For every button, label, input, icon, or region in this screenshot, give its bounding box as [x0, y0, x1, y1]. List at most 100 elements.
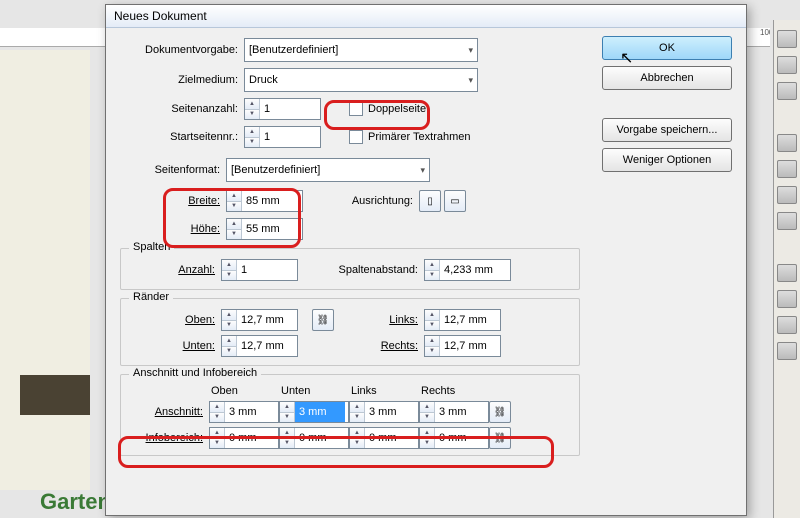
- slug-top-input[interactable]: [225, 428, 275, 448]
- margin-left-label: Links:: [334, 314, 418, 326]
- panel-icon[interactable]: [777, 212, 797, 230]
- margin-top-stepper[interactable]: ▲▼: [221, 309, 298, 331]
- margin-bottom-stepper[interactable]: ▲▼: [221, 335, 298, 357]
- ok-label: OK: [659, 42, 675, 54]
- bleed-hdr-top: Oben: [209, 385, 279, 397]
- intent-label: Zielmedium:: [120, 74, 238, 86]
- width-input[interactable]: [242, 191, 302, 211]
- panel-icon[interactable]: [777, 82, 797, 100]
- orientation-landscape-icon[interactable]: ▭: [444, 190, 466, 212]
- margin-bottom-input[interactable]: [237, 336, 297, 356]
- margin-right-input[interactable]: [440, 336, 500, 356]
- bleed-group: Anschnitt und Infobereich Oben Unten Lin…: [120, 374, 580, 456]
- panel-icon[interactable]: [777, 290, 797, 308]
- height-stepper[interactable]: ▲▼: [226, 218, 303, 240]
- intent-select[interactable]: Druck: [244, 68, 478, 92]
- bleed-row-label: Anschnitt:: [131, 406, 203, 418]
- preset-select[interactable]: [Benutzerdefiniert]: [244, 38, 478, 62]
- gutter-stepper[interactable]: ▲▼: [424, 259, 511, 281]
- panel-icon[interactable]: [777, 316, 797, 334]
- page-size-select[interactable]: [Benutzerdefiniert]: [226, 158, 430, 182]
- bleed-right-stepper[interactable]: ▲▼: [419, 401, 489, 423]
- margin-left-stepper[interactable]: ▲▼: [424, 309, 501, 331]
- slug-left-input[interactable]: [365, 428, 415, 448]
- bleed-bottom-input[interactable]: [295, 402, 345, 422]
- panel-icon[interactable]: [777, 186, 797, 204]
- pages-input[interactable]: [260, 99, 320, 119]
- bleed-right-input[interactable]: [435, 402, 485, 422]
- checkbox-box: [349, 102, 363, 116]
- height-input[interactable]: [242, 219, 302, 239]
- slug-bottom-stepper[interactable]: ▲▼: [279, 427, 349, 449]
- panel-icon[interactable]: [777, 134, 797, 152]
- margin-right-label: Rechts:: [334, 340, 418, 352]
- margins-title: Ränder: [129, 291, 173, 303]
- fewer-options-label: Weniger Optionen: [623, 154, 711, 166]
- bleed-left-input[interactable]: [365, 402, 415, 422]
- margin-top-input[interactable]: [237, 310, 297, 330]
- margin-left-input[interactable]: [440, 310, 500, 330]
- intent-value: Druck: [249, 74, 278, 86]
- margin-top-label: Oben:: [131, 314, 215, 326]
- panel-icon[interactable]: [777, 264, 797, 282]
- preset-value: [Benutzerdefiniert]: [249, 44, 338, 56]
- facing-pages-label: Doppelseite: [368, 103, 426, 115]
- bleed-hdr-right: Rechts: [419, 385, 489, 397]
- margins-group: Ränder Oben: ▲▼ ⛓ Links: ▲▼ Unten: ▲▼ Re…: [120, 298, 580, 366]
- start-page-stepper[interactable]: ▲▼: [244, 126, 321, 148]
- checkbox-box: [349, 130, 363, 144]
- orientation-portrait-icon[interactable]: ▯: [419, 190, 441, 212]
- dialog-titlebar[interactable]: Neues Dokument: [106, 5, 746, 28]
- slug-top-stepper[interactable]: ▲▼: [209, 427, 279, 449]
- columns-count-stepper[interactable]: ▲▼: [221, 259, 298, 281]
- panel-icon[interactable]: [777, 160, 797, 178]
- start-page-input[interactable]: [260, 127, 320, 147]
- pages-stepper[interactable]: ▲▼: [244, 98, 321, 120]
- preset-label: Dokumentvorgabe:: [120, 44, 238, 56]
- link-bleed-icon[interactable]: ⛓: [489, 401, 511, 423]
- dialog-title: Neues Dokument: [114, 9, 207, 23]
- margin-right-stepper[interactable]: ▲▼: [424, 335, 501, 357]
- cancel-button[interactable]: Abbrechen: [602, 66, 732, 90]
- bleed-title: Anschnitt und Infobereich: [129, 367, 261, 379]
- primary-text-frame-checkbox[interactable]: Primärer Textrahmen: [349, 130, 471, 144]
- columns-count-label: Anzahl:: [131, 264, 215, 276]
- columns-group: Spalten Anzahl: ▲▼ Spaltenabstand: ▲▼: [120, 248, 580, 290]
- slug-row-label: Infobereich:: [131, 432, 203, 444]
- fewer-options-button[interactable]: Weniger Optionen: [602, 148, 732, 172]
- slug-right-input[interactable]: [435, 428, 485, 448]
- mouse-cursor-icon: ↖: [620, 48, 633, 68]
- new-document-dialog: Neues Dokument OK Abbrechen Vorgabe spei…: [105, 4, 747, 516]
- panel-icon[interactable]: [777, 30, 797, 48]
- page-size-label: Seitenformat:: [120, 164, 220, 176]
- slug-right-stepper[interactable]: ▲▼: [419, 427, 489, 449]
- pages-label: Seitenanzahl:: [120, 103, 238, 115]
- columns-title: Spalten: [129, 241, 174, 253]
- panel-icon[interactable]: [777, 342, 797, 360]
- start-page-label: Startseitennr.:: [120, 131, 238, 143]
- facing-pages-checkbox[interactable]: Doppelseite: [349, 102, 426, 116]
- bleed-top-input[interactable]: [225, 402, 275, 422]
- width-label: Breite:: [120, 195, 220, 207]
- columns-count-input[interactable]: [237, 260, 297, 280]
- link-margins-icon[interactable]: ⛓: [312, 309, 334, 331]
- width-stepper[interactable]: ▲▼: [226, 190, 303, 212]
- slug-left-stepper[interactable]: ▲▼: [349, 427, 419, 449]
- link-slug-icon[interactable]: ⛓: [489, 427, 511, 449]
- bleed-bottom-stepper[interactable]: ▲▼: [279, 401, 349, 423]
- primary-text-frame-label: Primärer Textrahmen: [368, 131, 471, 143]
- panel-icon[interactable]: [777, 56, 797, 74]
- bleed-hdr-bottom: Unten: [279, 385, 349, 397]
- cancel-label: Abbrechen: [640, 72, 693, 84]
- gutter-input[interactable]: [440, 260, 510, 280]
- bleed-top-stepper[interactable]: ▲▼: [209, 401, 279, 423]
- bleed-left-stepper[interactable]: ▲▼: [349, 401, 419, 423]
- ribbon-shape: [20, 375, 90, 415]
- save-preset-button[interactable]: Vorgabe speichern...: [602, 118, 732, 142]
- ruler-tick: 100: [760, 28, 770, 37]
- slug-bottom-input[interactable]: [295, 428, 345, 448]
- bleed-hdr-left: Links: [349, 385, 419, 397]
- page-size-value: [Benutzerdefiniert]: [231, 164, 320, 176]
- height-label: Höhe:: [120, 223, 220, 235]
- document-background: [0, 50, 90, 490]
